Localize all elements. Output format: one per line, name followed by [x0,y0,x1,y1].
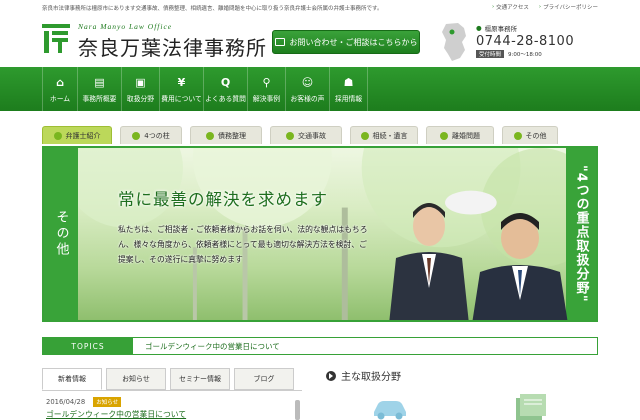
nav-item-home[interactable]: ⌂ ホーム [42,67,78,111]
divider [42,390,302,391]
car-icon[interactable] [370,396,410,420]
topics-link[interactable]: ゴールデンウィーク中の営業日について [145,341,280,352]
tab-debt[interactable]: 債務整理 [190,126,262,144]
building-icon: ▤ [94,75,105,89]
logo-japanese: 奈良万葉法律事務所 [78,36,267,60]
news-scrollbar[interactable] [295,400,300,420]
tab-blog[interactable]: ブログ [234,368,294,390]
bullet-icon [53,131,62,140]
smile-icon: ☺ [301,75,314,89]
nav-item-fees[interactable]: ¥ 費用について [160,67,204,111]
hero-headline: 常に最善の解決を求めます [118,190,328,209]
access-link[interactable]: › 交通アクセス [492,3,529,11]
logo-english: Nara Manyo Law Office [78,22,173,31]
topics-label: TOPICS [43,338,133,354]
hours-value: 9:00～18:00 [508,52,542,58]
bullet-icon [132,131,141,140]
briefcase-icon: ▣ [135,75,146,89]
nav-item-cases[interactable]: ⚲ 解決事例 [248,67,286,111]
tab-seminars[interactable]: セミナー情報 [170,368,230,390]
top-links: › 交通アクセス › プライバシーポリシー [492,3,598,11]
news-title[interactable]: ゴールデンウィーク中の営業日について [46,409,296,420]
tab-notices[interactable]: お知らせ [106,368,166,390]
category-tabs: 弁護士紹介 4つの柱 債務整理 交通事故 相続・遺言 離婚問題 その他 [42,126,598,146]
person-icon: ☗ [343,75,354,89]
news-meta: 2016/04/28 お知らせ [46,397,296,407]
contact-button[interactable]: お問い合わせ・ご相談はこちらから [272,30,420,54]
nav-item-recruit[interactable]: ☗ 採用情報 [330,67,368,111]
home-icon: ⌂ [56,75,64,89]
side-label-other[interactable]: その他 [44,148,78,320]
bullet-icon [440,131,448,140]
pin-icon: ⚲ [262,75,271,89]
tab-traffic[interactable]: 交通事故 [270,126,342,144]
play-bullet-icon [326,370,336,381]
tab-lawyers[interactable]: 弁護士紹介 [42,126,112,144]
tab-inheritance[interactable]: 相続・遺言 [350,126,418,144]
chevron-right-icon: › [538,4,542,10]
tab-latest[interactable]: 新着情報 [42,368,102,390]
news-tabs: 新着情報 お知らせ セミナー情報 ブログ [42,368,302,390]
chevron-right-icon: › [491,4,495,10]
hero-banner: その他 "4つの重点取扱分野" 常に最善の解決を求めます 私たちは、ご相談者・ご… [42,146,598,322]
nav-item-voices[interactable]: ☺ お客様の声 [286,67,330,111]
logo-mark-icon [42,24,70,53]
tab-divorce[interactable]: 離婚問題 [426,126,494,144]
yen-icon: ¥ [177,75,186,89]
nav-item-office[interactable]: ▤ 事務所概要 [78,67,122,111]
top-bar: 奈良市法律事務所は橿原市にあります交通事故、債務整理、相続遺言、離婚問題を中心に… [0,0,640,14]
phone-info: ● 橿原事務所 0744-28-8100 受付時間 9:00～18:00 [476,23,606,58]
nav-item-faq[interactable]: Q よくある質問 [204,67,248,111]
side-label-four-fields[interactable]: "4つの重点取扱分野" [566,148,596,320]
lawyer-photo-right [472,213,568,320]
hours-label: 受付時間 [476,50,505,58]
business-hours: 受付時間 9:00～18:00 [476,50,606,58]
news-item: 2016/04/28 お知らせ ゴールデンウィーク中の営業日について [46,397,296,420]
bullet-icon [513,131,522,140]
bullet-icon [206,131,214,140]
mail-icon [274,38,285,46]
tab-other[interactable]: その他 [502,126,558,144]
nara-map-icon [442,23,466,61]
document-box-icon[interactable] [514,392,548,420]
tab-four-pillars[interactable]: 4つの柱 [120,126,182,144]
contact-button-label: お問い合わせ・ご相談はこちらから [289,37,418,47]
site-description: 奈良市法律事務所は橿原市にあります交通事故、債務整理、相続遺言、離婚問題を中心に… [42,6,383,12]
news-date: 2016/04/28 [46,398,86,406]
privacy-link[interactable]: › プライバシーポリシー [539,3,598,11]
global-nav: ⌂ ホーム ▤ 事務所概要 ▣ 取扱分野 ¥ 費用について Q よくある質問 ⚲ 解決事例 … [0,67,640,166]
lawyer-photo-left [389,203,469,320]
news-badge: お知らせ [93,397,122,407]
pin-icon: ● [476,24,482,32]
fields-heading: 主な取扱分野 [326,368,401,383]
bullet-icon [286,131,294,140]
nav-item-fields[interactable]: ▣ 取扱分野 [122,67,160,111]
office-name: ● 橿原事務所 [476,24,518,33]
question-icon: Q [220,75,231,89]
site-logo[interactable]: Nara Manyo Law Office 奈良万葉法律事務所 [42,20,282,62]
topics-bar: TOPICS ゴールデンウィーク中の営業日について [42,337,598,355]
bullet-icon [360,131,369,140]
hero-body: 私たちは、ご相談者・ご依頼者様からお話を伺い、法的な観点はもちろん、様々な角度か… [118,225,368,264]
phone-number[interactable]: 0744-28-8100 [476,34,606,49]
